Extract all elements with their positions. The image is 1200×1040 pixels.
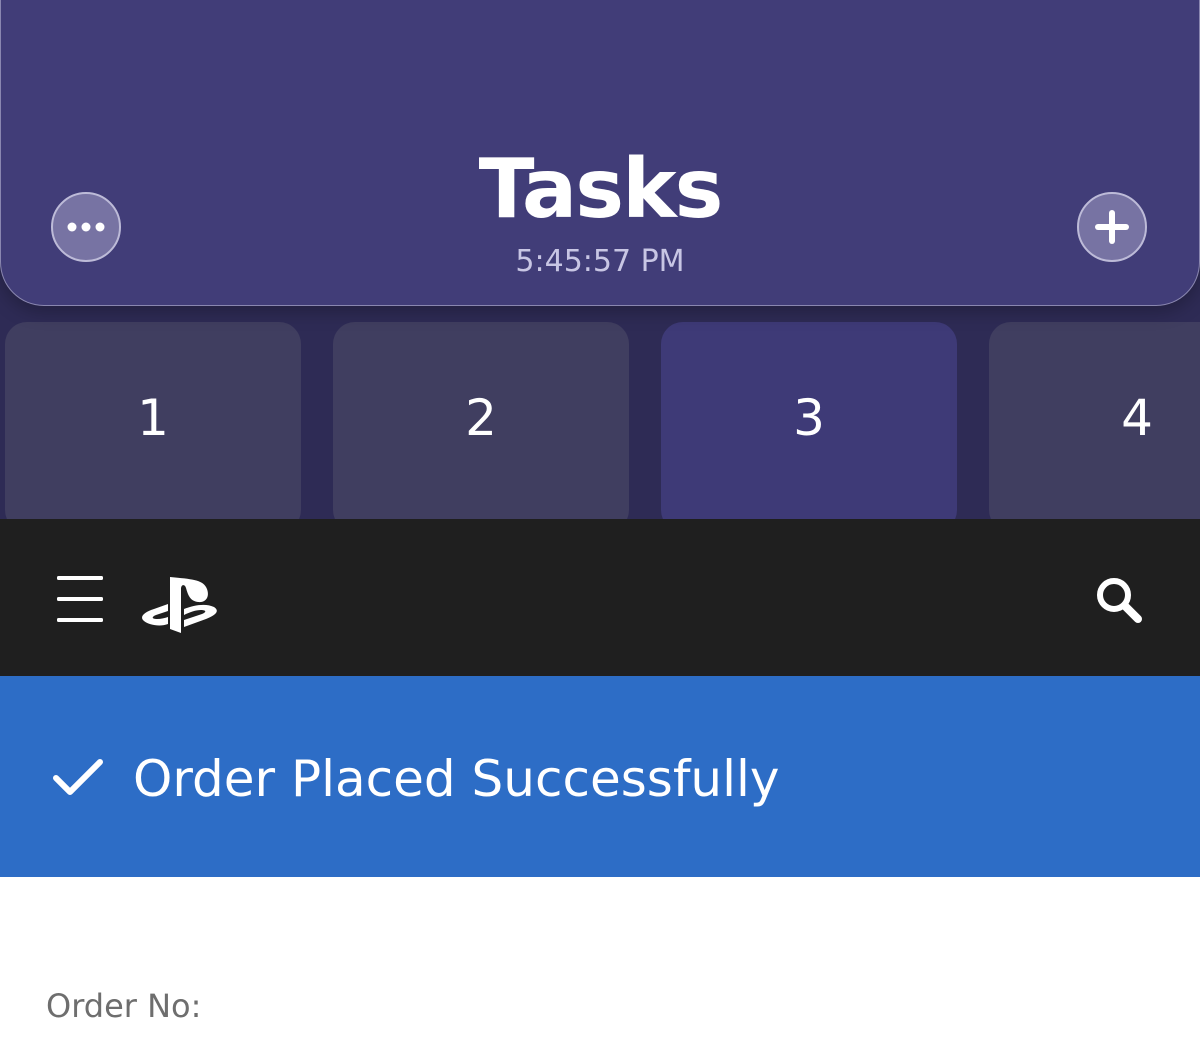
desktop-tile-2[interactable]: 2 — [333, 322, 629, 532]
tasks-clock: 5:45:57 PM — [515, 244, 685, 279]
hamburger-icon[interactable] — [57, 576, 103, 622]
desktop-tile-4[interactable]: 4 — [989, 322, 1200, 532]
desktop-number: 2 — [465, 389, 497, 447]
desktop-tile-3[interactable]: 3 — [661, 322, 957, 532]
order-number-label: Order No: — [46, 987, 202, 1025]
desktop-number: 3 — [793, 389, 825, 447]
playstation-logo[interactable] — [140, 575, 220, 637]
order-success-message: Order Placed Successfully — [133, 750, 780, 808]
search-icon[interactable] — [1094, 575, 1146, 627]
add-task-button[interactable] — [1077, 192, 1147, 262]
checkmark-icon — [53, 759, 103, 795]
site-navbar — [0, 519, 1200, 676]
tasks-overlay: Tasks 5:45:57 PM 1 2 3 4 — [0, 0, 1200, 532]
plus-icon — [1095, 210, 1129, 244]
desktop-tile-1[interactable]: 1 — [5, 322, 301, 532]
desktop-number: 4 — [1121, 389, 1153, 447]
desktop-number: 1 — [137, 389, 169, 447]
more-options-button[interactable] — [51, 192, 121, 262]
tasks-title: Tasks — [478, 142, 724, 237]
ellipsis-icon — [67, 222, 105, 232]
screen: Tasks 5:45:57 PM 1 2 3 4 Order Placed Su… — [0, 0, 1200, 1040]
